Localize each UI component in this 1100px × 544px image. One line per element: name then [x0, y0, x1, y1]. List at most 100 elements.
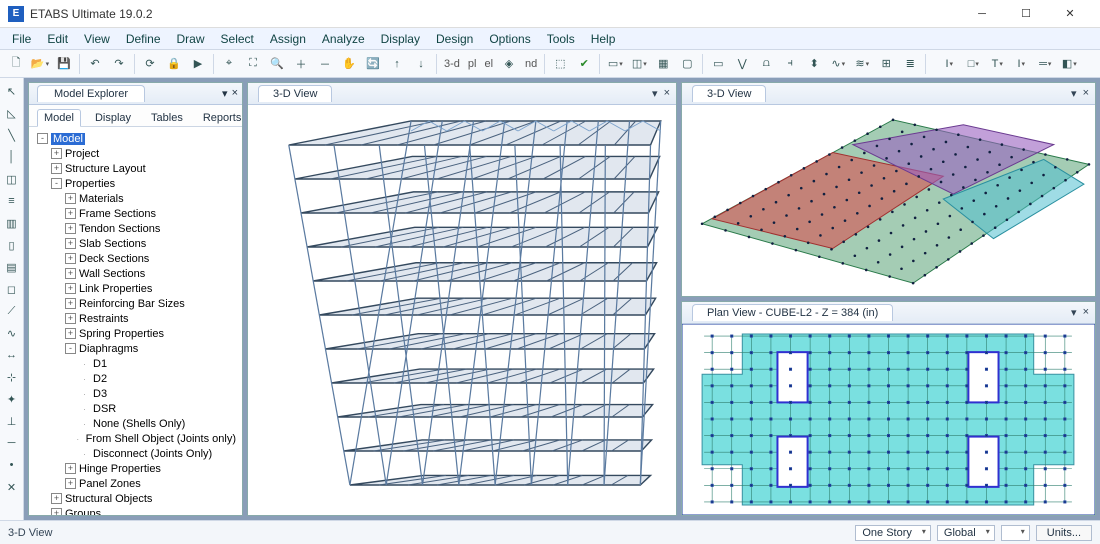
plan-view-tab[interactable]: Plan View - CUBE-L2 - Z = 384 (in): [692, 304, 893, 321]
object-icon[interactable]: ⬚: [549, 53, 571, 75]
tree-item[interactable]: ·From Shell Object (Joints only): [29, 431, 242, 446]
axial-icon[interactable]: ⫞: [779, 53, 801, 75]
rotate-icon[interactable]: 🔄: [362, 53, 384, 75]
main-3d-view-header[interactable]: 3-D View ▾ ×: [248, 83, 676, 105]
view-menu-icon[interactable]: ▾: [1071, 87, 1077, 100]
view-pl-label[interactable]: pl: [464, 58, 481, 70]
tree-item[interactable]: +Frame Sections: [29, 206, 242, 221]
tree-item[interactable]: +Deck Sections: [29, 251, 242, 266]
ibeam2-icon[interactable]: I: [1010, 53, 1032, 75]
new-icon[interactable]: 🗋: [5, 53, 27, 75]
tree-item[interactable]: +Tendon Sections: [29, 221, 242, 236]
menu-draw[interactable]: Draw: [169, 30, 213, 48]
view-close-icon[interactable]: ×: [1083, 306, 1089, 319]
open-icon[interactable]: 📂: [29, 53, 51, 75]
react-icon[interactable]: ⬍: [803, 53, 825, 75]
tree-item[interactable]: +Panel Zones: [29, 476, 242, 491]
draw-beam-icon[interactable]: ╲: [3, 126, 21, 144]
tree-item[interactable]: +Reinforcing Bar Sizes: [29, 296, 242, 311]
undo-icon[interactable]: ↶: [84, 53, 106, 75]
draw-wallstack-icon[interactable]: ▤: [3, 258, 21, 276]
story-combo[interactable]: One Story: [855, 525, 931, 541]
down-arrow-icon[interactable]: ↓: [410, 53, 432, 75]
snap-point-icon[interactable]: •: [3, 456, 21, 474]
subtab-display[interactable]: Display: [89, 110, 137, 126]
maximize-button[interactable]: ☐: [1004, 0, 1048, 28]
plan-viewport[interactable]: [682, 324, 1095, 515]
tree-item[interactable]: +Hinge Properties: [29, 461, 242, 476]
snap-icon[interactable]: ⊞: [875, 53, 897, 75]
pan-icon[interactable]: ✋: [338, 53, 360, 75]
tree-item[interactable]: +Structure Layout: [29, 161, 242, 176]
view-menu-icon[interactable]: ▾: [1071, 306, 1077, 319]
tree-item[interactable]: -Diaphragms: [29, 341, 242, 356]
zoom-out-icon[interactable]: －: [314, 53, 336, 75]
view-close-icon[interactable]: ×: [1083, 87, 1089, 100]
subtab-tables[interactable]: Tables: [145, 110, 189, 126]
tree-item[interactable]: ·D3: [29, 386, 242, 401]
model-explorer-tab[interactable]: Model Explorer: [37, 85, 145, 102]
tree-item[interactable]: +Spring Properties: [29, 326, 242, 341]
tree-item[interactable]: +Restraints: [29, 311, 242, 326]
top-3d-viewport[interactable]: [682, 105, 1095, 296]
tree-item[interactable]: ·D2: [29, 371, 242, 386]
run-icon[interactable]: ▶: [187, 53, 209, 75]
draw-tendon-icon[interactable]: ∿: [3, 324, 21, 342]
tree-item[interactable]: +Link Properties: [29, 281, 242, 296]
view-nd-label[interactable]: nd: [521, 58, 541, 70]
deform-icon[interactable]: ∿: [827, 53, 849, 75]
menu-help[interactable]: Help: [583, 30, 624, 48]
check-icon[interactable]: ✔: [573, 53, 595, 75]
draw-slab-icon[interactable]: ▥: [3, 214, 21, 232]
conn-icon[interactable]: ═: [1034, 53, 1056, 75]
panel-pin-icon[interactable]: ×: [232, 87, 238, 100]
menu-view[interactable]: View: [76, 30, 118, 48]
draw-brace-icon[interactable]: ◫: [3, 170, 21, 188]
extra-combo[interactable]: [1001, 525, 1030, 541]
pointer-icon[interactable]: ↖: [3, 82, 21, 100]
draw-secondary-icon[interactable]: ≡: [3, 192, 21, 210]
view-close-icon[interactable]: ×: [664, 87, 670, 100]
snap-int-icon[interactable]: ✕: [3, 478, 21, 496]
column-icon[interactable]: □: [962, 53, 984, 75]
select-prev-icon[interactable]: ◫: [628, 53, 650, 75]
shear-icon[interactable]: ⋁: [731, 53, 753, 75]
zoom-box-icon[interactable]: ⌖: [218, 53, 240, 75]
menu-assign[interactable]: Assign: [262, 30, 314, 48]
top-3d-view-tab[interactable]: 3-D View: [692, 85, 766, 102]
tree-item[interactable]: ·D1: [29, 356, 242, 371]
close-button[interactable]: ✕: [1048, 0, 1092, 28]
coord-combo[interactable]: Global: [937, 525, 995, 541]
frame-icon[interactable]: ▭: [707, 53, 729, 75]
menu-select[interactable]: Select: [213, 30, 262, 48]
main-3d-view-tab[interactable]: 3-D View: [258, 85, 332, 102]
main-3d-viewport[interactable]: [248, 105, 676, 515]
snap-all-icon[interactable]: ✦: [3, 390, 21, 408]
lock-icon[interactable]: 🔒: [163, 53, 185, 75]
ibeam-icon[interactable]: I: [938, 53, 960, 75]
draw-opening-icon[interactable]: ◻: [3, 280, 21, 298]
zoom-prev-icon[interactable]: 🔍: [266, 53, 288, 75]
tree-item[interactable]: +Slab Sections: [29, 236, 242, 251]
snap-line-icon[interactable]: ─: [3, 434, 21, 452]
refresh-icon[interactable]: ⟳: [139, 53, 161, 75]
tree-item[interactable]: +Structural Objects: [29, 491, 242, 506]
menu-options[interactable]: Options: [481, 30, 538, 48]
panel-menu-icon[interactable]: ▾: [222, 87, 228, 100]
model-tree[interactable]: -Model+Project+Structure Layout-Properti…: [29, 127, 242, 515]
view-menu-icon[interactable]: ▾: [652, 87, 658, 100]
units-button[interactable]: Units...: [1036, 525, 1092, 541]
clear-select-icon[interactable]: ▢: [676, 53, 698, 75]
layer-icon[interactable]: ≣: [899, 53, 921, 75]
subtab-model[interactable]: Model: [37, 109, 81, 127]
plan-view-header[interactable]: Plan View - CUBE-L2 - Z = 384 (in) ▾ ×: [682, 302, 1095, 324]
select-icon[interactable]: ▭: [604, 53, 626, 75]
tree-item[interactable]: ·None (Shells Only): [29, 416, 242, 431]
model-explorer-header[interactable]: Model Explorer ▾ ×: [29, 83, 242, 105]
moment-icon[interactable]: ⩍: [755, 53, 777, 75]
save-icon[interactable]: 💾: [53, 53, 75, 75]
composite-icon[interactable]: ◧: [1058, 53, 1080, 75]
redo-icon[interactable]: ↷: [108, 53, 130, 75]
menu-design[interactable]: Design: [428, 30, 481, 48]
tree-item[interactable]: ·Disconnect (Joints Only): [29, 446, 242, 461]
